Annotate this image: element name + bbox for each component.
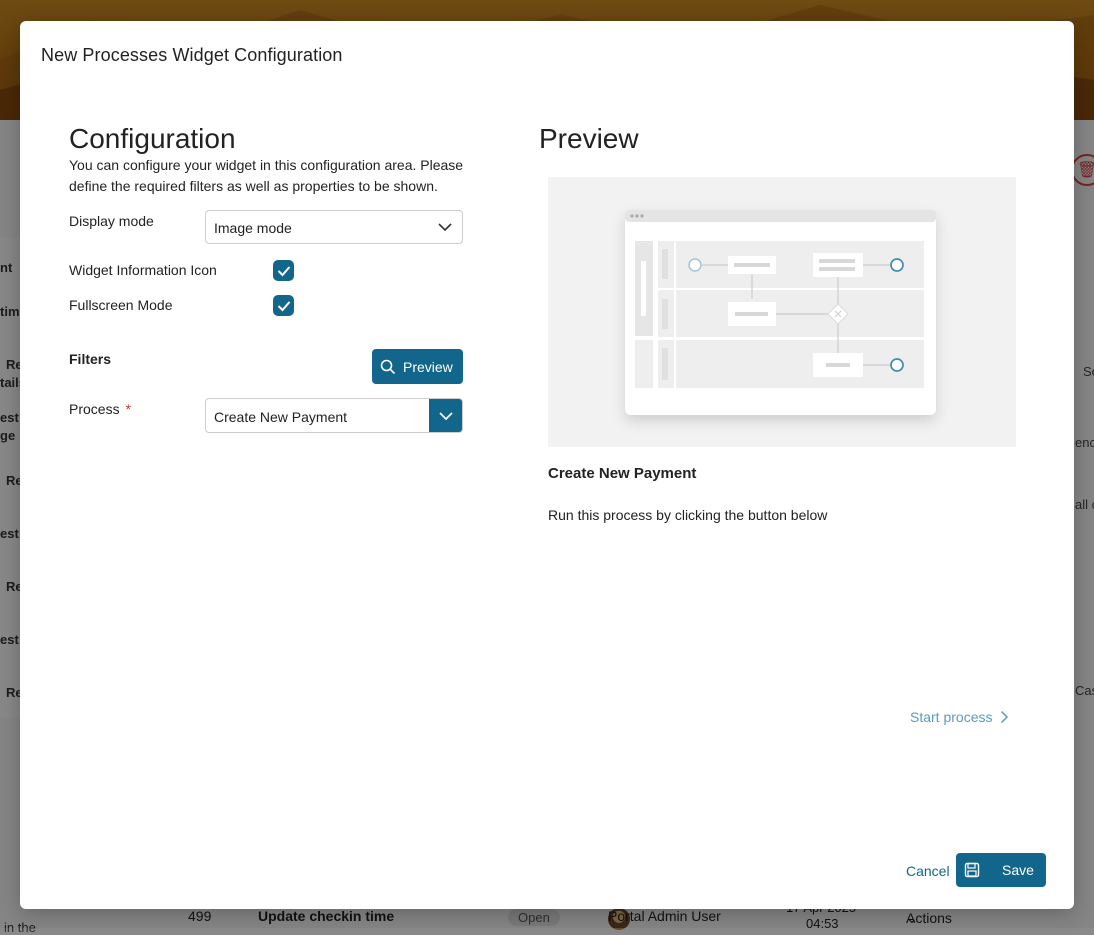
process-preview-image <box>548 177 1016 447</box>
configuration-description: You can configure your widget in this co… <box>69 157 464 194</box>
display-mode-value: Image mode <box>214 220 292 236</box>
preview-heading: Preview <box>539 123 639 154</box>
preview-button-label: Preview <box>403 358 453 375</box>
chevron-down-icon <box>438 411 453 420</box>
filters-heading: Filters <box>69 351 112 367</box>
display-mode-select[interactable]: Image mode <box>205 210 463 244</box>
process-select[interactable]: Create New Payment <box>205 398 463 433</box>
save-button[interactable]: Save <box>956 853 1046 887</box>
preview-button[interactable]: Preview <box>372 349 463 384</box>
preview-process-description: Run this process by clicking the button … <box>548 507 828 523</box>
cancel-button[interactable]: Cancel <box>906 863 950 879</box>
checkmark-icon <box>277 265 290 276</box>
chevron-right-icon <box>1001 710 1009 724</box>
process-label-text: Process <box>69 401 120 417</box>
search-icon <box>380 359 396 374</box>
required-mark: * <box>125 401 132 417</box>
configuration-heading: Configuration <box>69 123 236 154</box>
widget-info-icon-label: Widget Information Icon <box>69 262 217 278</box>
checkmark-icon <box>277 300 290 311</box>
dialog-title: New Processes Widget Configuration <box>41 45 343 65</box>
save-icon <box>964 862 980 878</box>
process-diagram-illustration <box>625 210 936 415</box>
process-label: Process * <box>69 401 131 417</box>
fullscreen-mode-checkbox[interactable] <box>273 295 294 316</box>
start-process-link[interactable]: Start process <box>910 709 1009 725</box>
save-button-label: Save <box>1002 862 1034 878</box>
preview-process-name: Create New Payment <box>548 465 697 482</box>
widget-info-icon-checkbox[interactable] <box>273 260 294 281</box>
process-dropdown-trigger[interactable] <box>429 399 462 432</box>
display-mode-label: Display mode <box>69 213 154 229</box>
start-process-label: Start process <box>910 709 993 725</box>
process-select-value: Create New Payment <box>214 409 348 425</box>
chevron-down-icon <box>438 223 452 232</box>
fullscreen-mode-label: Fullscreen Mode <box>69 297 173 313</box>
widget-config-dialog: New Processes Widget Configuration Confi… <box>20 21 1074 909</box>
